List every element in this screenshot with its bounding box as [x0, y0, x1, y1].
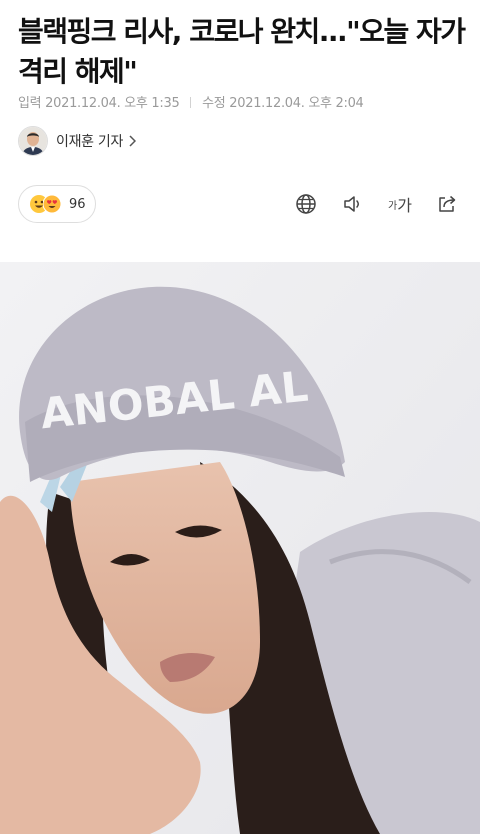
listen-button[interactable] [338, 189, 368, 219]
globe-icon [296, 194, 316, 214]
article-toolbar: 가가 [274, 189, 462, 219]
reporter-avatar [18, 126, 48, 156]
article-photo: ANOBAL AL [0, 262, 480, 834]
article-headline: 블랙핑크 리사, 코로나 완치..."오늘 자가격리 해제" [18, 15, 466, 88]
share-button[interactable] [432, 189, 462, 219]
reporter-name: 이재훈 기자 [56, 134, 124, 150]
font-size-small-label: 가 [388, 200, 398, 212]
published-label: 입력 [18, 96, 42, 111]
published-time: 2021.12.04. 오후 1:35 [45, 96, 180, 111]
share-icon [439, 195, 456, 212]
font-size-button[interactable]: 가가 [385, 189, 415, 219]
chevron-right-icon [129, 135, 137, 147]
heart-eyes-emoji-icon [42, 194, 62, 214]
date-divider [190, 97, 192, 108]
modified-label: 수정 [202, 96, 226, 111]
translate-button[interactable] [291, 189, 321, 219]
font-size-large-label: 가 [397, 196, 412, 215]
reporter-link[interactable]: 이재훈 기자 [18, 126, 137, 156]
modified-time: 2021.12.04. 오후 2:04 [229, 96, 364, 111]
reaction-count: 96 [69, 196, 86, 212]
speaker-icon [344, 196, 359, 212]
reaction-button[interactable]: 96 [18, 185, 96, 223]
article-dates: 입력 2021.12.04. 오후 1:35 수정 2021.12.04. 오후… [18, 92, 364, 111]
